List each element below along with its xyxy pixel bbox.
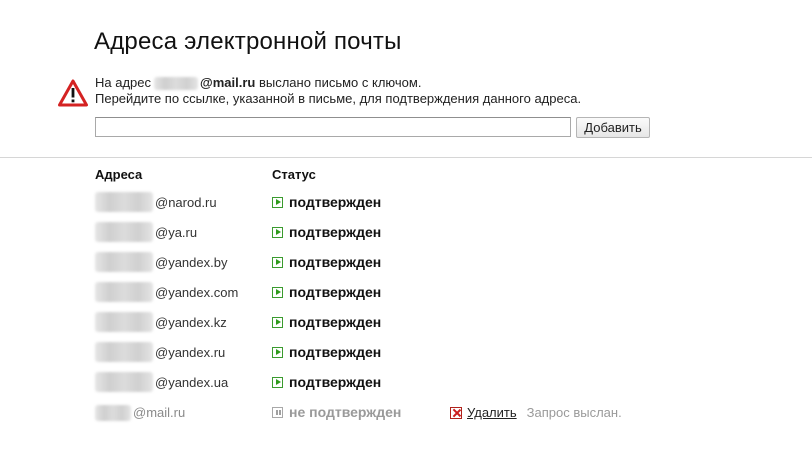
blurred-username [95,192,153,212]
status-text: подтвержден [289,224,382,240]
notice-email-domain: @mail.ru [200,75,256,90]
play-icon [272,226,283,238]
blurred-username [154,77,199,91]
notice-suffix: выслано письмо с ключом. [258,75,422,90]
status-text: подтвержден [289,344,382,360]
status-text: подтвержден [289,314,382,330]
table-row: @yandex.ru подтвержден [0,342,812,367]
pause-icon [272,406,283,418]
status-text: подтвержден [289,374,382,390]
status-cell: подтвержден [272,374,381,390]
status-text: подтвержден [289,194,382,210]
status-cell: подтвержден [272,314,381,330]
blurred-username [95,342,153,362]
play-icon [272,286,283,298]
delete-link[interactable]: Удалить [467,405,517,420]
play-icon [272,316,283,328]
verification-notice: На адрес @mail.ru выслано письмо с ключом… [95,75,581,107]
table-row: @narod.ru подтвержден [0,192,812,217]
table-row: @yandex.com подтвержден [0,282,812,307]
play-icon [272,346,283,358]
table-row: @mail.ru не подтвержден Удалить Запрос в… [0,404,812,427]
email-address: @ya.ru [155,225,198,240]
status-text: подтвержден [289,254,382,270]
add-button[interactable]: Добавить [576,117,650,138]
request-sent-note: Запрос выслан. [526,405,622,420]
status-cell: не подтвержден [272,404,401,420]
status-cell: подтвержден [272,224,381,240]
email-address: @yandex.com [155,285,239,300]
blurred-username [95,282,153,302]
address-column-header: Адреса [95,167,143,182]
blurred-username [95,405,131,421]
play-icon [272,256,283,268]
email-address: @yandex.by [155,255,228,270]
table-row: @ya.ru подтвержден [0,222,812,247]
email-address: @mail.ru [133,405,186,420]
blurred-username [95,312,153,332]
email-address: @yandex.ru [155,345,226,360]
email-address: @narod.ru [155,195,217,210]
status-cell: подтвержден [272,194,381,210]
notice-prefix: На адрес [95,75,152,90]
email-input[interactable] [95,117,571,137]
table-row: @yandex.ua подтвержден [0,372,812,397]
table-row: @yandex.by подтвержден [0,252,812,277]
delete-action: Удалить Запрос выслан. [450,405,622,420]
play-icon [272,196,283,208]
divider [0,157,812,158]
status-cell: подтвержден [272,284,381,300]
blurred-username [95,372,153,392]
status-text: подтвержден [289,284,382,300]
blurred-username [95,252,153,272]
notice-line-2: Перейдите по ссылке, указанной в письме,… [95,91,582,106]
email-address: @yandex.kz [155,315,227,330]
email-address: @yandex.ua [155,375,229,390]
warning-icon [58,79,88,107]
status-cell: подтвержден [272,344,381,360]
status-column-header: Статус [272,167,316,182]
page-title: Адреса электронной почты [94,28,402,55]
status-cell: подтвержден [272,254,381,270]
play-icon [272,376,283,388]
table-row: @yandex.kz подтвержден [0,312,812,337]
status-text: не подтвержден [289,404,402,420]
close-icon[interactable] [450,406,462,419]
blurred-username [95,222,153,242]
